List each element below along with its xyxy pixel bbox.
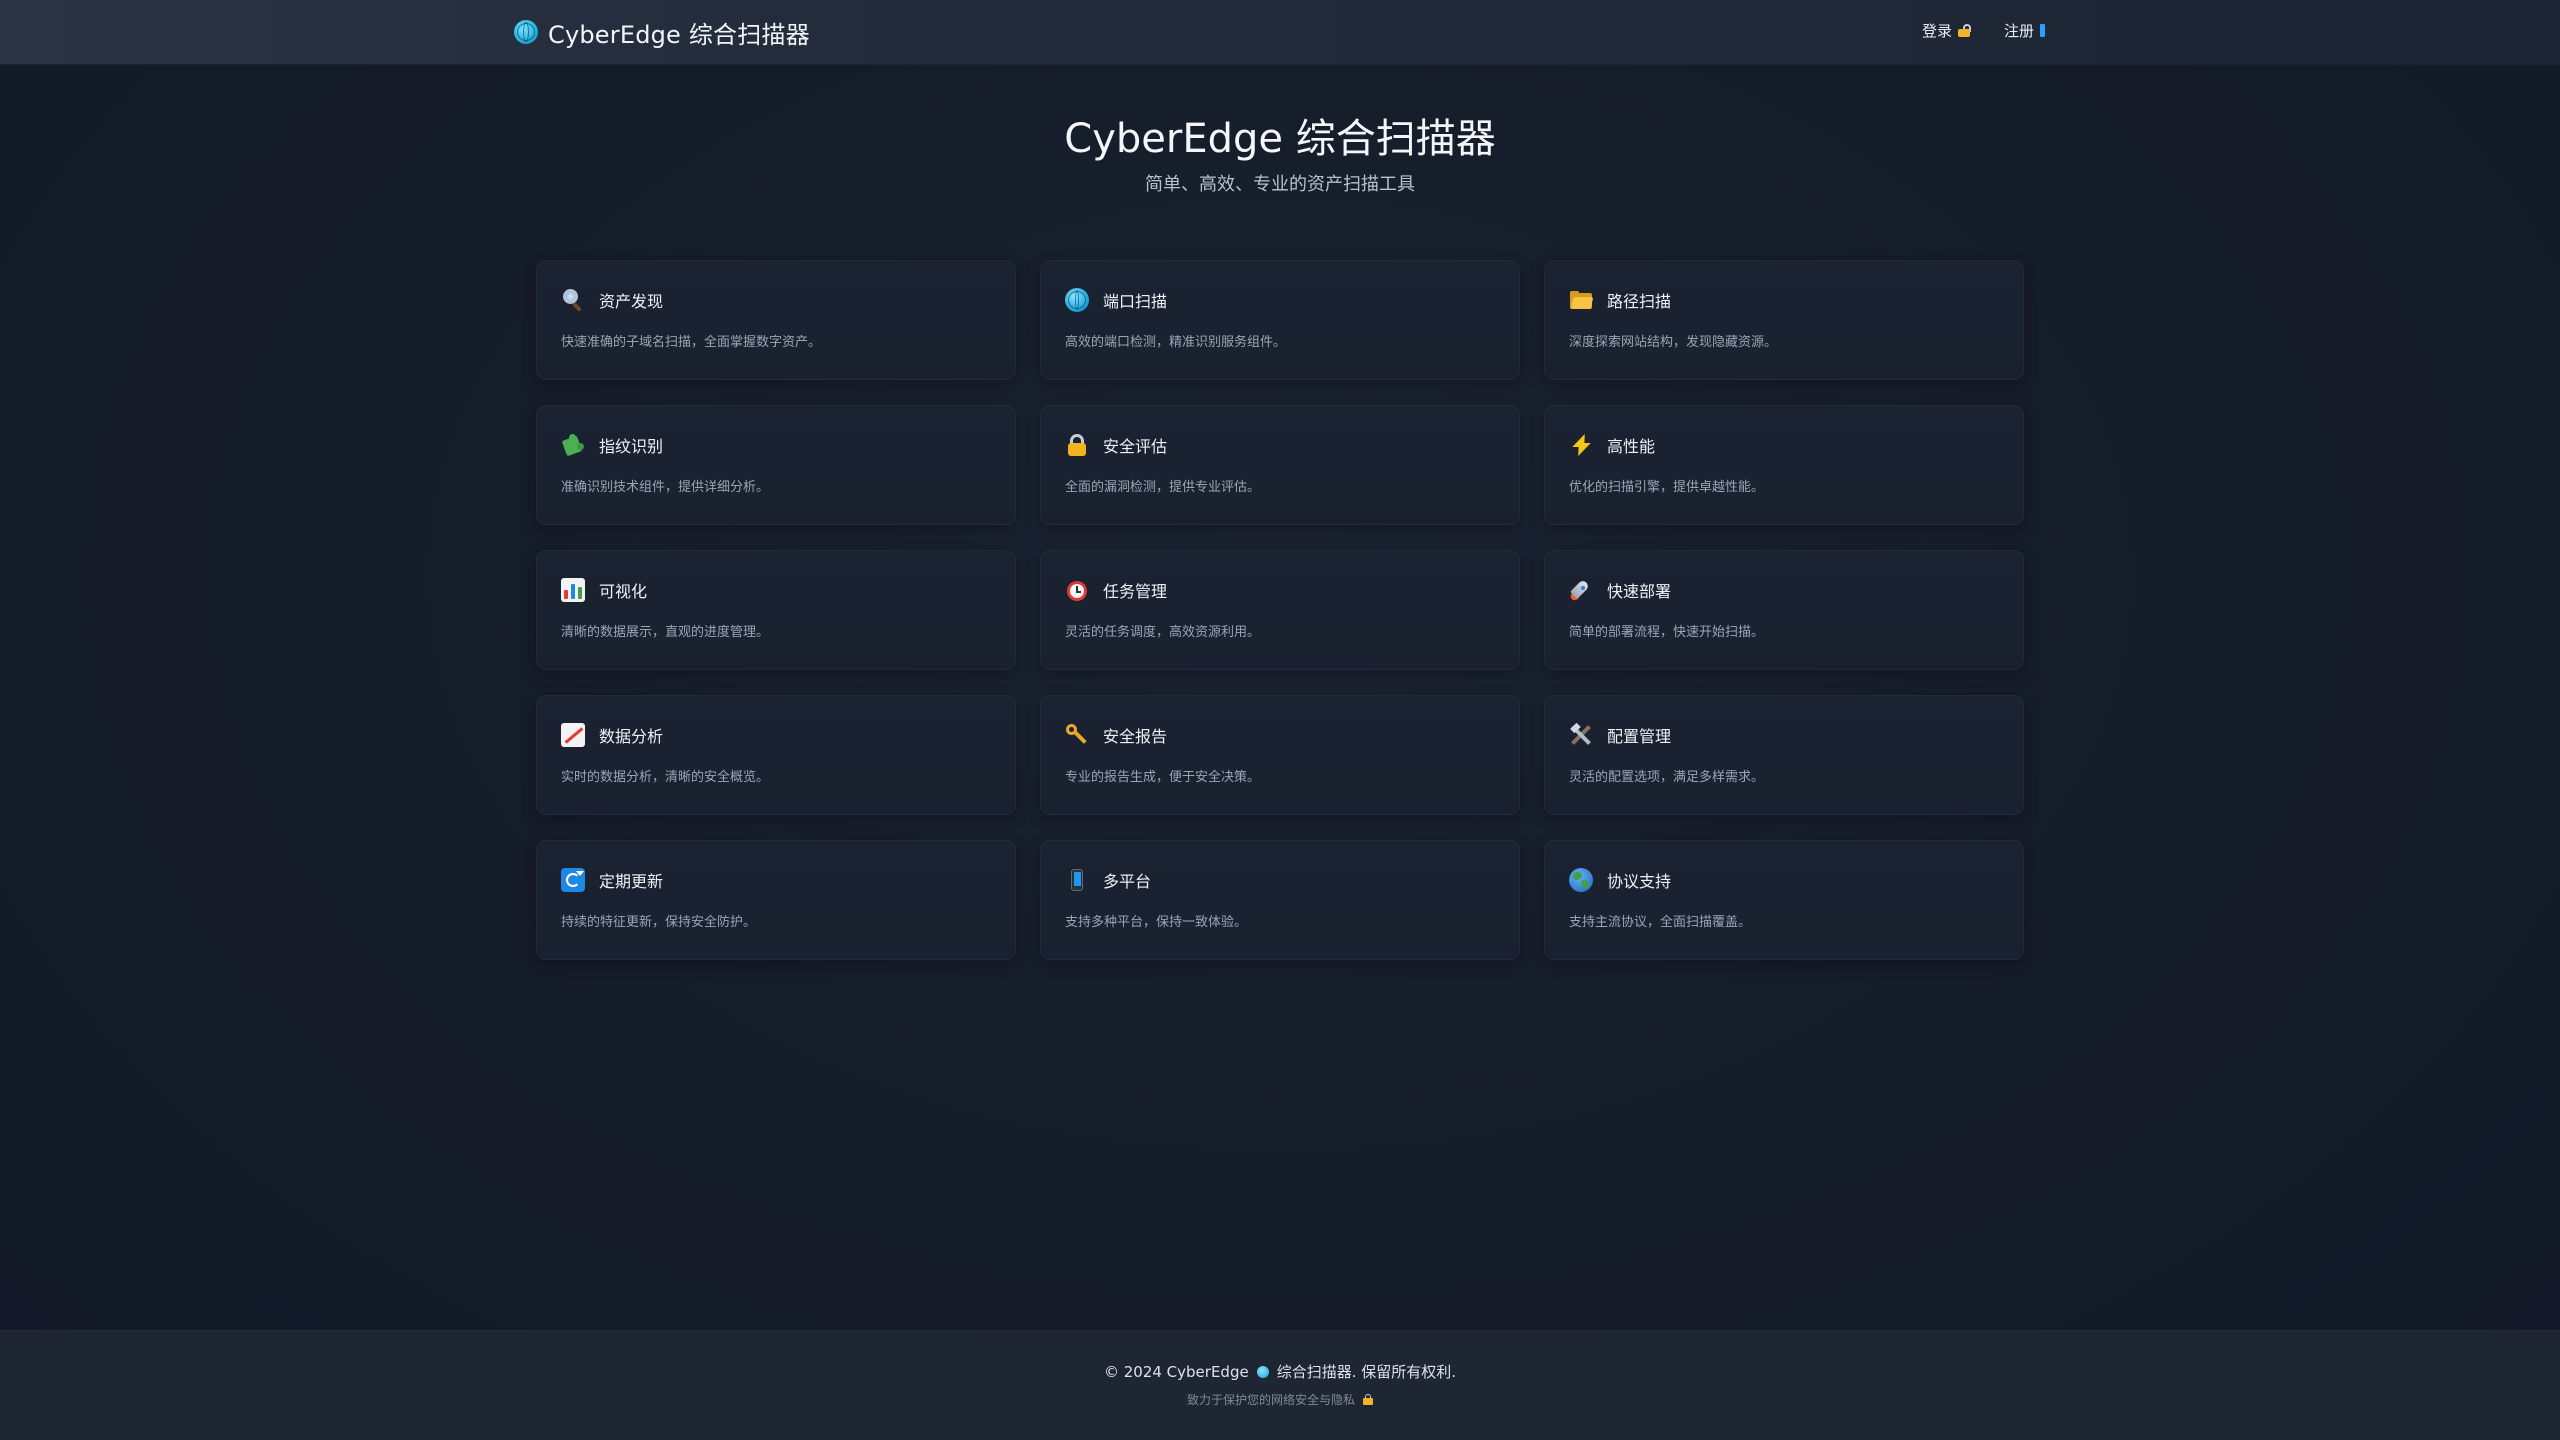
brand-name: CyberEdge 综合扫描器 — [548, 20, 810, 49]
feature-description: 优化的扫描引擎，提供卓越性能。 — [1569, 480, 1765, 495]
lock-icon — [1957, 24, 1971, 37]
bar-chart-icon — [561, 578, 585, 602]
feature-title: 安全报告 — [1103, 727, 1168, 746]
tagline-text: 致力于保护您的网络安全与隐私 — [1186, 1393, 1355, 1407]
page-subtitle: 简单、高效、专业的资产扫描工具 — [1145, 174, 1415, 195]
feature-card-visualization[interactable]: 可视化 清晰的数据展示，直观的进度管理。 — [536, 550, 1016, 670]
feature-description: 简单的部署流程，快速开始扫描。 — [1569, 625, 1765, 640]
feature-title: 定期更新 — [599, 872, 664, 891]
feature-description: 深度探索网站结构，发现隐藏资源。 — [1569, 335, 1778, 350]
feature-description: 灵活的任务调度，高效资源利用。 — [1065, 625, 1261, 640]
feature-title: 协议支持 — [1607, 872, 1672, 891]
rocket-icon — [1569, 578, 1593, 602]
login-link[interactable]: 登录 — [1921, 20, 1971, 41]
magnifier-icon — [561, 288, 585, 312]
feature-description: 全面的漏洞检测，提供专业评估。 — [1065, 480, 1261, 495]
feature-card-port-scan[interactable]: 端口扫描 高效的端口检测，精准识别服务组件。 — [1040, 260, 1520, 380]
key-icon — [1065, 723, 1089, 747]
feature-title: 资产发现 — [599, 292, 664, 311]
feature-description: 支持多种平台，保持一致体验。 — [1065, 915, 1248, 930]
feature-title: 指纹识别 — [599, 437, 664, 456]
feature-description: 清晰的数据展示，直观的进度管理。 — [561, 625, 770, 640]
footer-copyright: © 2024 CyberEdge 综合扫描器. 保留所有权利. — [0, 1361, 2560, 1382]
feature-title: 路径扫描 — [1607, 292, 1672, 311]
feature-grid: 资产发现 快速准确的子域名扫描，全面掌握数字资产。 端口扫描 高效的端口检测，精… — [536, 260, 2025, 960]
feature-title: 多平台 — [1103, 872, 1152, 891]
feature-title: 任务管理 — [1103, 582, 1168, 601]
feature-card-multi-platform[interactable]: 多平台 支持多种平台，保持一致体验。 — [1040, 840, 1520, 960]
register-label: 注册 — [2003, 22, 2034, 40]
copyright-suffix: 综合扫描器. 保留所有权利. — [1276, 1363, 1457, 1381]
copyright-text: © 2024 CyberEdge — [1103, 1362, 1249, 1381]
header-nav: 登录 注册 — [1922, 20, 2045, 41]
top-navigation-bar: CyberEdge 综合扫描器 登录 注册 — [0, 0, 2560, 64]
puzzle-icon — [561, 433, 585, 457]
feature-card-path-scan[interactable]: 路径扫描 深度探索网站结构，发现隐藏资源。 — [1544, 260, 2024, 380]
feature-description: 快速准确的子域名扫描，全面掌握数字资产。 — [561, 335, 822, 350]
feature-title: 数据分析 — [599, 727, 664, 746]
feature-title: 可视化 — [599, 582, 648, 601]
tools-icon — [1569, 722, 1593, 747]
feature-card-task-management[interactable]: 任务管理 灵活的任务调度，高效资源利用。 — [1040, 550, 1520, 670]
feature-description: 支持主流协议，全面扫描覆盖。 — [1569, 915, 1752, 930]
earth-icon — [1569, 868, 1593, 892]
mobile-phone-icon — [1065, 868, 1089, 892]
feature-card-fingerprint[interactable]: 指纹识别 准确识别技术组件，提供详细分析。 — [536, 405, 1016, 525]
feature-description: 准确识别技术组件，提供详细分析。 — [561, 480, 770, 495]
feature-card-config-management[interactable]: 配置管理 灵活的配置选项，满足多样需求。 — [1544, 695, 2024, 815]
feature-card-security-assessment[interactable]: 安全评估 全面的漏洞检测，提供专业评估。 — [1040, 405, 1520, 525]
login-label: 登录 — [1921, 22, 1952, 40]
feature-card-quick-deploy[interactable]: 快速部署 简单的部署流程，快速开始扫描。 — [1544, 550, 2024, 670]
globe-icon — [1256, 1365, 1269, 1378]
feature-card-asset-discovery[interactable]: 资产发现 快速准确的子域名扫描，全面掌握数字资产。 — [536, 260, 1016, 380]
feature-card-performance[interactable]: 高性能 优化的扫描引擎，提供卓越性能。 — [1544, 405, 2024, 525]
feature-title: 快速部署 — [1607, 582, 1672, 601]
folder-icon — [1569, 288, 1594, 312]
feature-title: 配置管理 — [1607, 727, 1672, 746]
feature-title: 安全评估 — [1103, 437, 1168, 456]
feature-description: 灵活的配置选项，满足多样需求。 — [1569, 770, 1765, 785]
footer: © 2024 CyberEdge 综合扫描器. 保留所有权利. 致力于保护您的网… — [0, 1330, 2560, 1440]
feature-card-protocol-support[interactable]: 协议支持 支持主流协议，全面扫描覆盖。 — [1544, 840, 2024, 960]
brand[interactable]: CyberEdge 综合扫描器 — [514, 14, 810, 50]
feature-description: 持续的特征更新，保持安全防护。 — [561, 915, 757, 930]
feature-description: 实时的数据分析，清晰的安全概览。 — [561, 770, 770, 785]
page-title: CyberEdge 综合扫描器 — [1064, 116, 1496, 162]
alarm-clock-icon — [1065, 578, 1089, 602]
feature-description: 专业的报告生成，便于安全决策。 — [1065, 770, 1261, 785]
feature-title: 高性能 — [1607, 437, 1656, 456]
feature-card-regular-updates[interactable]: 定期更新 持续的特征更新，保持安全防护。 — [536, 840, 1016, 960]
feature-card-security-report[interactable]: 安全报告 专业的报告生成，便于安全决策。 — [1040, 695, 1520, 815]
globe-icon — [1065, 288, 1089, 312]
pen-icon — [2040, 24, 2045, 37]
footer-tagline: 致力于保护您的网络安全与隐私 — [0, 1391, 2560, 1408]
globe-icon — [514, 20, 538, 44]
feature-card-data-analysis[interactable]: 数据分析 实时的数据分析，清晰的安全概览。 — [536, 695, 1016, 815]
lock-icon — [1363, 1394, 1373, 1405]
trend-chart-icon — [561, 723, 585, 747]
lightning-icon — [1569, 433, 1593, 457]
register-link[interactable]: 注册 — [2004, 20, 2045, 41]
refresh-icon — [561, 868, 585, 892]
lock-icon — [1065, 433, 1089, 457]
feature-title: 端口扫描 — [1103, 292, 1168, 311]
feature-description: 高效的端口检测，精准识别服务组件。 — [1065, 335, 1287, 350]
